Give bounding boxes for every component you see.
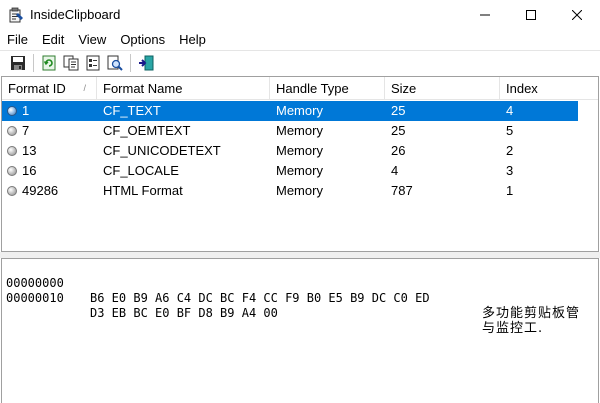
hex-dump-panel[interactable]: 00000000 B6 E0 B9 A6 C4 DC BC F4 CC F9 B…	[1, 258, 599, 403]
cell-format-name: HTML Format	[103, 183, 183, 198]
cell-handle-type: Memory	[276, 103, 323, 118]
menu-options[interactable]: Options	[113, 30, 172, 50]
close-button[interactable]	[554, 0, 600, 30]
menu-view[interactable]: View	[71, 30, 113, 50]
column-header-label: Format ID	[8, 81, 66, 96]
hex-line: 00000010 D3 EB BC E0 BF D8 B9 A4 00 与监控工…	[6, 276, 596, 336]
refresh-icon	[42, 55, 56, 70]
column-header-label: Handle Type	[276, 81, 349, 96]
format-icon	[7, 186, 17, 196]
cell-format-id: 1	[22, 103, 30, 118]
cell-size: 25	[391, 103, 406, 118]
column-header-label: Size	[391, 81, 417, 96]
find-button[interactable]	[105, 53, 125, 73]
minimize-button[interactable]	[462, 0, 508, 30]
hex-text: 多功能剪贴板管	[482, 306, 581, 321]
toolbar-separator	[130, 53, 131, 72]
clipboard-app-icon	[9, 7, 23, 23]
cell-format-id: 49286	[22, 183, 59, 198]
cell-format-name: CF_UNICODETEXT	[103, 143, 221, 158]
hex-offset: 00000010	[6, 291, 64, 305]
cell-size: 25	[391, 123, 406, 138]
hex-bytes: D3 EB BC E0 BF D8 B9 A4 00	[90, 306, 278, 320]
cell-format-name: CF_TEXT	[103, 103, 161, 118]
column-header-format-id[interactable]: Format ID /	[2, 77, 97, 100]
cell-index: 4	[506, 103, 514, 118]
menu-bar: File Edit View Options Help	[0, 30, 600, 50]
column-header-label: Format Name	[103, 81, 183, 96]
menu-help[interactable]: Help	[172, 30, 213, 50]
menu-file[interactable]: File	[0, 30, 35, 50]
save-button[interactable]	[8, 53, 28, 73]
column-header-format-name[interactable]: Format Name	[97, 77, 270, 100]
copy-button[interactable]	[61, 53, 81, 73]
toolbar-separator	[33, 53, 34, 72]
properties-button[interactable]	[83, 53, 103, 73]
table-row[interactable]: 1 CF_TEXT Memory 25 4	[2, 101, 578, 121]
minimize-icon	[480, 14, 490, 16]
format-icon	[7, 146, 17, 156]
menu-edit[interactable]: Edit	[35, 30, 71, 50]
table-row[interactable]: 49286 HTML Format Memory 787 1	[2, 181, 578, 201]
find-icon	[107, 55, 123, 71]
maximize-icon	[526, 10, 536, 20]
cell-index: 5	[506, 123, 514, 138]
cell-size: 787	[391, 183, 413, 198]
cell-format-id: 13	[22, 143, 37, 158]
toolbar	[0, 50, 600, 74]
list-header: Format ID / Format Name Handle Type Size…	[2, 77, 598, 100]
refresh-button[interactable]	[39, 53, 59, 73]
column-header-label: Index	[506, 81, 538, 96]
cell-index: 3	[506, 163, 514, 178]
column-header-size[interactable]: Size	[385, 77, 500, 100]
column-header-index[interactable]: Index	[500, 77, 598, 100]
clipboard-formats-list[interactable]: Format ID / Format Name Handle Type Size…	[1, 76, 599, 252]
title-bar: InsideClipboard	[0, 0, 600, 30]
cell-size: 4	[391, 163, 399, 178]
format-icon	[7, 166, 17, 176]
cell-handle-type: Memory	[276, 143, 323, 158]
hex-bytes: B6 E0 B9 A6 C4 DC BC F4 CC F9 B0 E5 B9 D…	[90, 291, 430, 305]
save-icon	[11, 55, 25, 70]
cell-format-id: 16	[22, 163, 37, 178]
table-row[interactable]: 13 CF_UNICODETEXT Memory 26 2	[2, 141, 578, 161]
copy-icon	[63, 55, 79, 70]
exit-button[interactable]	[136, 53, 156, 73]
maximize-button[interactable]	[508, 0, 554, 30]
cell-format-name: CF_OEMTEXT	[103, 123, 191, 138]
cell-handle-type: Memory	[276, 163, 323, 178]
properties-icon	[86, 55, 100, 70]
table-row[interactable]: 7 CF_OEMTEXT Memory 25 5	[2, 121, 578, 141]
hex-line: 00000000 B6 E0 B9 A6 C4 DC BC F4 CC F9 B…	[6, 261, 596, 321]
hex-text: 与监控工.	[482, 321, 544, 336]
cell-format-name: CF_LOCALE	[103, 163, 179, 178]
cell-index: 2	[506, 143, 514, 158]
window-title: InsideClipboard	[30, 7, 121, 22]
close-icon	[572, 10, 582, 20]
format-icon	[7, 106, 17, 116]
column-header-handle-type[interactable]: Handle Type	[270, 77, 385, 100]
cell-format-id: 7	[22, 123, 30, 138]
cell-handle-type: Memory	[276, 183, 323, 198]
table-row[interactable]: 16 CF_LOCALE Memory 4 3	[2, 161, 578, 181]
cell-size: 26	[391, 143, 406, 158]
format-icon	[7, 126, 17, 136]
sort-indicator: /	[83, 83, 86, 93]
cell-handle-type: Memory	[276, 123, 323, 138]
cell-index: 1	[506, 183, 514, 198]
exit-icon	[139, 55, 154, 70]
